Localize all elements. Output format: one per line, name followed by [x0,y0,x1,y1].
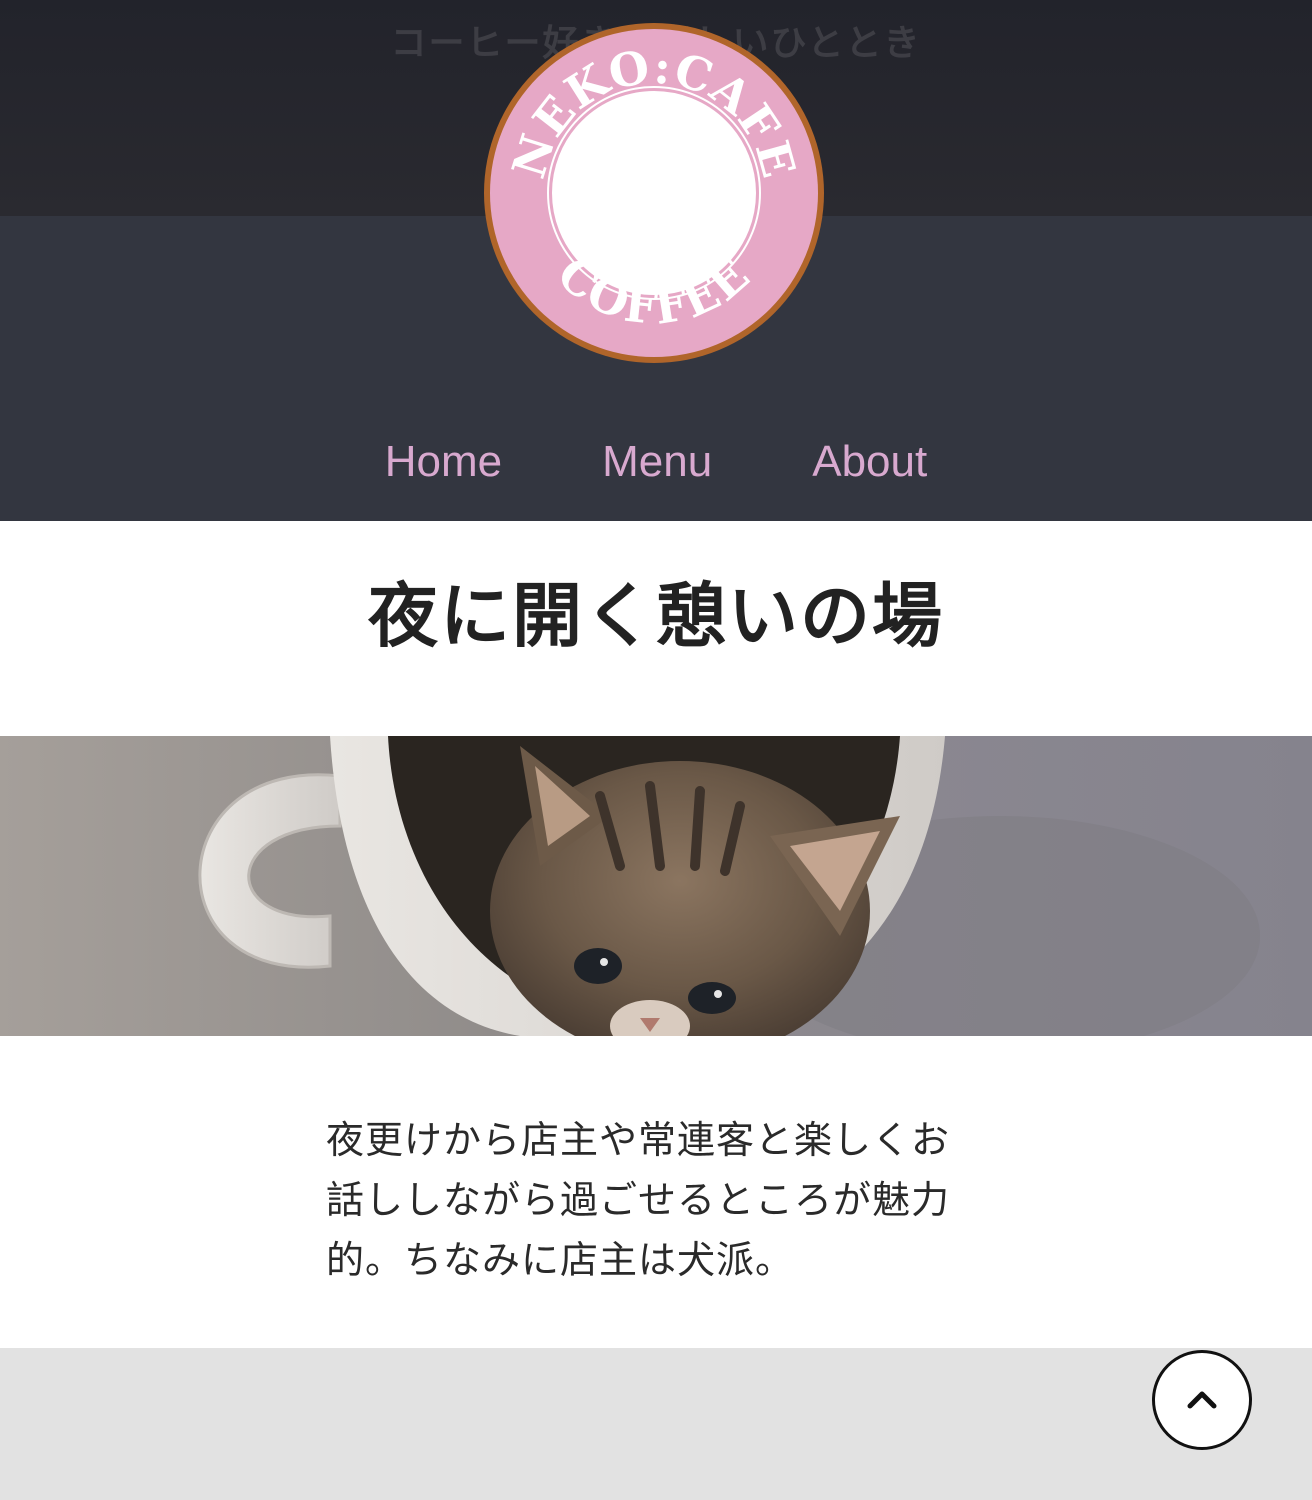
nav-menu-link[interactable]: Menu [602,430,712,494]
main-nav: Home Menu About [0,430,1312,494]
site-footer [0,1348,1312,1500]
hero-image [0,736,1312,1036]
kitten-in-coffee-cup-photo-icon [198,736,1260,1036]
intro-line: 夜更けから店主や常連客と楽しくお [326,1118,951,1162]
back-to-top-button[interactable] [1152,1350,1252,1450]
intro-line: 的。ちなみに店主は犬派。 [326,1238,795,1282]
neko-cafe-logo[interactable]: NEKO:CAFE COFFEE [480,18,828,368]
page-headline: 夜に開く憩いの場 [368,575,944,657]
nav-about-link[interactable]: About [812,430,927,494]
chevron-up-icon [1187,1391,1217,1409]
intro-paragraph: 夜更けから店主や常連客と楽しくお 話ししながら過ごせるところが魅力 的。ちなみに… [326,1110,986,1290]
intro-line: 話ししながら過ごせるところが魅力 [326,1178,951,1222]
nav-home-link[interactable]: Home [385,430,502,494]
